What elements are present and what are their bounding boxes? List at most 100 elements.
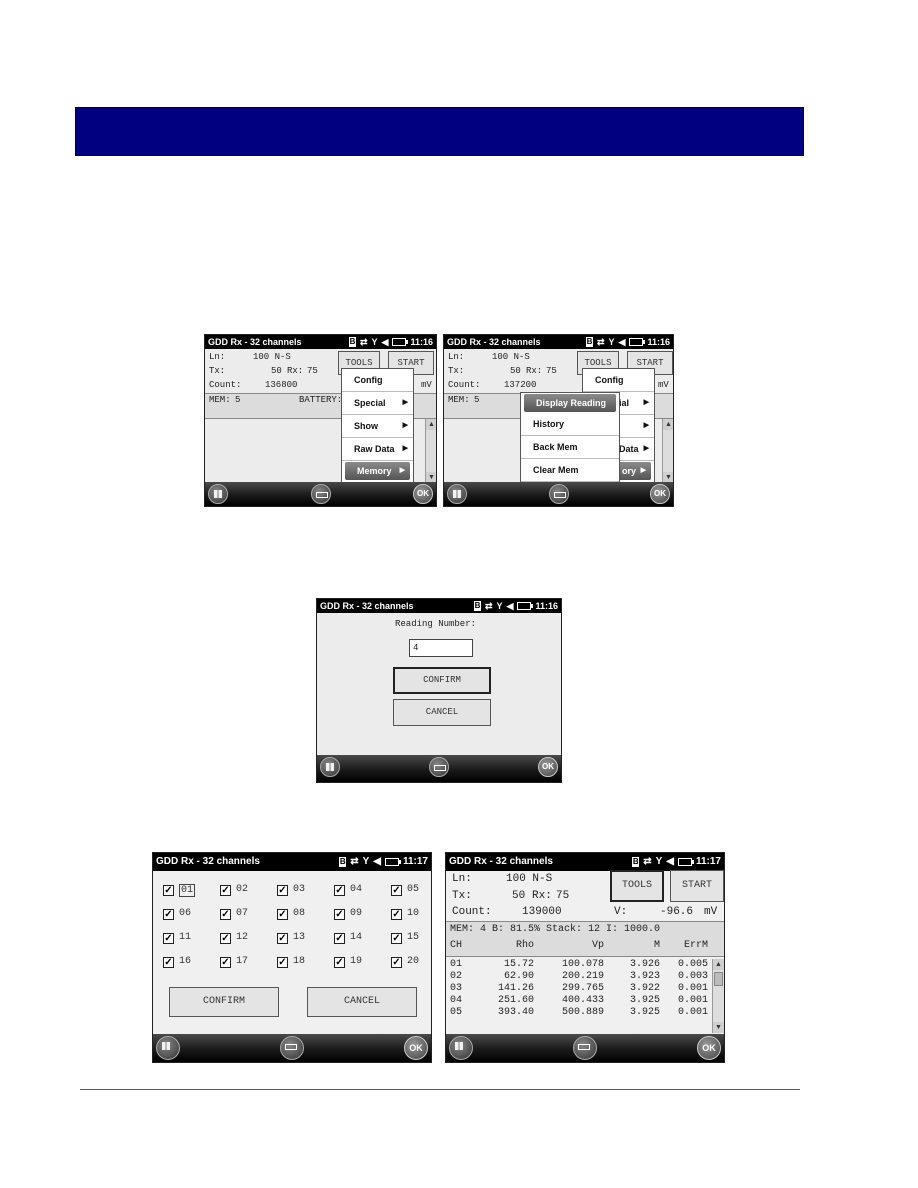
keyboard-icon[interactable] [573, 1036, 597, 1060]
keyboard-icon[interactable] [429, 757, 449, 777]
channel-checkbox[interactable]: ✓ [391, 885, 402, 896]
channel-label: 19 [350, 956, 363, 967]
clock: 11:16 [647, 337, 670, 347]
v-value: -96.6 [660, 906, 694, 918]
keyboard-icon[interactable] [310, 484, 331, 504]
scroll-up-icon[interactable]: ▲ [426, 419, 436, 430]
cancel-button[interactable]: CANCEL [393, 699, 491, 726]
menu-item-back-mem[interactable]: Back Mem [521, 436, 619, 459]
menu-item-config[interactable]: Config [583, 369, 654, 392]
menu-item-label: Clear Mem [533, 465, 579, 475]
scroll-down-icon[interactable]: ▼ [713, 1022, 724, 1033]
taskbar: OK [153, 1034, 431, 1062]
table-row: 01 15.72 100.078 3.926 0.005 [450, 959, 712, 971]
tx-value: 50 [271, 366, 282, 376]
confirm-button[interactable]: CONFIRM [393, 667, 491, 694]
ok-button[interactable]: OK [538, 757, 558, 777]
table-cell: 0.005 [677, 959, 708, 970]
menu-item-display-reading[interactable]: Display Reading [524, 394, 616, 412]
confirm-button[interactable]: CONFIRM [169, 987, 279, 1017]
cancel-button[interactable]: CANCEL [307, 987, 417, 1017]
channel-label: 09 [350, 908, 363, 919]
channel-checkbox[interactable]: ✓ [391, 933, 402, 944]
title-bar: GDD Rx - 32 channels B ⇄ Y ◀ 11:16 [317, 599, 561, 613]
channel-checkbox[interactable]: ✓ [334, 885, 345, 896]
channel-checkbox[interactable]: ✓ [163, 933, 174, 944]
submenu-arrow-icon: ▶ [402, 422, 408, 429]
windows-start-icon[interactable] [320, 757, 340, 777]
channel-checkbox[interactable]: ✓ [391, 909, 402, 920]
menu-item-history[interactable]: History [521, 413, 619, 436]
menu-item-special[interactable]: Special ▶ [342, 392, 413, 415]
app-title: GDD Rx - 32 channels [449, 856, 553, 867]
submenu-arrow-icon: ▶ [402, 445, 408, 452]
windows-start-icon[interactable] [449, 1036, 473, 1060]
tx-label: Tx: [448, 366, 465, 376]
channel-checkbox[interactable]: ✓ [334, 933, 345, 944]
ok-button[interactable]: OK [650, 484, 670, 504]
scroll-up-icon[interactable]: ▲ [663, 419, 673, 430]
menu-item-memory[interactable]: Memory ▶ [345, 462, 410, 480]
table-cell: 200.219 [561, 971, 604, 982]
menu-item-config[interactable]: Config [342, 369, 413, 392]
sync-icon: ⇄ [643, 856, 652, 867]
channel-label: 17 [236, 956, 249, 967]
channel-checkbox[interactable]: ✓ [391, 957, 402, 968]
table-cell: 62.90 [503, 971, 534, 982]
windows-start-icon[interactable] [447, 484, 467, 504]
scroll-up-icon[interactable]: ▲ [713, 959, 724, 970]
channel-checkbox[interactable]: ✓ [277, 957, 288, 968]
menu-item-raw-data[interactable]: Raw Data ▶ [342, 438, 413, 461]
table-cell: 0.001 [677, 995, 708, 1006]
channel-checkbox[interactable]: ✓ [277, 885, 288, 896]
title-bar: GDD Rx - 32 channels B ⇄ Y ◀ 11:17 [153, 853, 431, 871]
keyboard-icon[interactable] [280, 1036, 304, 1060]
channel-checkbox[interactable]: ✓ [220, 957, 231, 968]
v-label: V: [614, 906, 628, 918]
signal-off-icon: Y [496, 601, 503, 611]
channel-checkbox[interactable]: ✓ [220, 933, 231, 944]
ok-button[interactable]: OK [697, 1036, 721, 1060]
reading-number-input[interactable]: 4 [409, 639, 473, 657]
channel-checkbox[interactable]: ✓ [277, 909, 288, 920]
signal-off-icon: Y [362, 856, 370, 867]
menu-item-clear-mem[interactable]: Clear Mem [521, 459, 619, 482]
scrollbar[interactable]: ▲ ▼ [662, 419, 673, 483]
ok-button[interactable]: OK [413, 484, 433, 504]
device-screen-channel-select: GDD Rx - 32 channels B ⇄ Y ◀ 11:17 ✓ 01 ✓ 0… [152, 852, 432, 1063]
volume-mute-icon: ◀ [506, 601, 514, 611]
menu-item-show[interactable]: Show ▶ [342, 415, 413, 438]
windows-start-icon[interactable] [156, 1036, 180, 1060]
clock: 11:16 [410, 337, 433, 347]
app-title: GDD Rx - 32 channels [156, 856, 260, 867]
windows-start-icon[interactable] [208, 484, 228, 504]
channel-checkbox[interactable]: ✓ [277, 933, 288, 944]
title-bar: GDD Rx - 32 channels B ⇄ Y ◀ 11:16 [444, 335, 673, 349]
ok-button[interactable]: OK [404, 1036, 428, 1060]
ln-label: Ln: [452, 873, 472, 885]
channel-checkbox[interactable]: ✓ [163, 909, 174, 920]
start-button[interactable]: START [670, 870, 724, 902]
table-cell: 3.925 [629, 1007, 660, 1018]
table-row: 05 393.40 500.889 3.925 0.001 [450, 1007, 712, 1019]
menu-item-label: Config [354, 375, 383, 385]
scrollbar[interactable]: ▲ ▼ [712, 959, 724, 1033]
app-title: GDD Rx - 32 channels [447, 337, 541, 347]
table-cell: 3.925 [629, 995, 660, 1006]
device-screen-reading-number: GDD Rx - 32 channels B ⇄ Y ◀ 11:16 Readi… [316, 598, 562, 783]
scroll-thumb[interactable] [714, 972, 723, 986]
section-header-band [75, 107, 804, 156]
channel-label: 11 [179, 932, 192, 943]
channel-checkbox[interactable]: ✓ [334, 909, 345, 920]
channel-checkbox[interactable]: ✓ [220, 909, 231, 920]
channel-checkbox[interactable]: ✓ [220, 885, 231, 896]
channel-checkbox[interactable]: ✓ [163, 957, 174, 968]
channel-label: 06 [179, 908, 192, 919]
keyboard-icon[interactable] [548, 484, 569, 504]
channel-label: 07 [236, 908, 249, 919]
scrollbar[interactable]: ▲ ▼ [425, 419, 436, 483]
channel-checkbox[interactable]: ✓ [163, 885, 174, 896]
channel-checkbox[interactable]: ✓ [334, 957, 345, 968]
rx-label: Rx: [532, 890, 552, 902]
tools-button[interactable]: TOOLS [610, 870, 664, 902]
